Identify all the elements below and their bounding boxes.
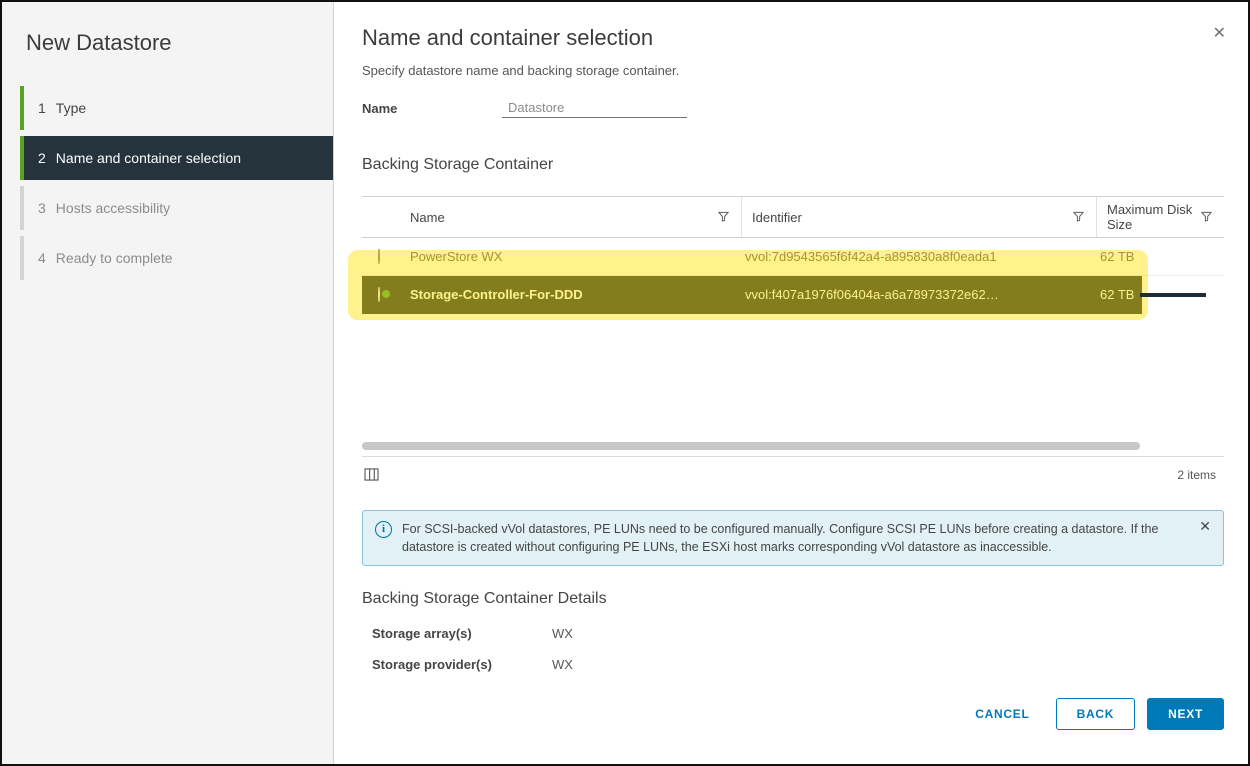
banner-close-icon[interactable]: ✕ bbox=[1199, 519, 1211, 533]
name-label: Name bbox=[362, 101, 502, 116]
step-label: Type bbox=[56, 100, 86, 116]
column-settings-icon[interactable] bbox=[364, 468, 379, 481]
container-details: Storage array(s) WX Storage provider(s) … bbox=[362, 626, 1224, 672]
info-banner-text: For SCSI-backed vVol datastores, PE LUNs… bbox=[402, 520, 1183, 556]
back-button[interactable]: BACK bbox=[1056, 698, 1136, 730]
step-number: 3 bbox=[38, 200, 46, 216]
grid-empty-space bbox=[362, 314, 1224, 440]
horizontal-scrollbar[interactable] bbox=[362, 442, 1140, 450]
container-details-title: Backing Storage Container Details bbox=[362, 590, 1224, 608]
step-hosts-accessibility: 3 Hosts accessibility bbox=[20, 186, 333, 230]
row-name: PowerStore WX bbox=[406, 249, 741, 264]
cancel-button[interactable]: CANCEL bbox=[975, 707, 1029, 721]
row-name: Storage-Controller-For-DDD bbox=[406, 287, 741, 302]
wizard-actions: CANCEL BACK NEXT bbox=[975, 698, 1224, 730]
detail-row-storage-array: Storage array(s) WX bbox=[372, 626, 1224, 641]
row-radio-cell bbox=[362, 249, 406, 264]
datastore-name-row: Name bbox=[362, 96, 1224, 120]
column-header-identifier[interactable]: Identifier bbox=[741, 197, 1096, 237]
wizard-sidebar: New Datastore 1 Type 2 Name and containe… bbox=[2, 2, 334, 764]
filter-icon[interactable] bbox=[1073, 210, 1084, 225]
storage-container-grid: Name Identifier Maximum Disk Size bbox=[362, 196, 1224, 492]
column-header-name[interactable]: Name bbox=[406, 197, 741, 237]
detail-value: WX bbox=[552, 657, 573, 672]
column-header-maximum-disk-size[interactable]: Maximum Disk Size bbox=[1096, 197, 1224, 237]
items-count: 2 items bbox=[1177, 468, 1216, 482]
backing-storage-container-title: Backing Storage Container bbox=[362, 154, 1224, 176]
row-identifier: vvol:7d9543565f6f42a4-a895830a8f0eada1 bbox=[741, 249, 1096, 264]
row-max-disk-size: 62 TB bbox=[1096, 249, 1224, 264]
radio-selected[interactable] bbox=[378, 287, 380, 302]
radio-unselected[interactable] bbox=[378, 249, 380, 264]
filter-icon[interactable] bbox=[1201, 210, 1212, 225]
wizard-steps: 1 Type 2 Name and container selection 3 … bbox=[2, 86, 333, 280]
row-identifier: vvol:f407a1976f06404a-a6a78973372e62… bbox=[741, 287, 1096, 302]
info-icon: i bbox=[375, 521, 392, 538]
wizard-content: Name and container selection ✕ Specify d… bbox=[334, 2, 1248, 764]
grid-header: Name Identifier Maximum Disk Size bbox=[362, 196, 1224, 238]
wizard-title: New Datastore bbox=[2, 30, 333, 56]
row-radio-cell bbox=[362, 287, 406, 302]
step-label: Name and container selection bbox=[56, 150, 241, 166]
step-type[interactable]: 1 Type bbox=[20, 86, 333, 130]
info-banner: i For SCSI-backed vVol datastores, PE LU… bbox=[362, 510, 1224, 566]
next-button[interactable]: NEXT bbox=[1147, 698, 1224, 730]
radio-column-header bbox=[362, 197, 406, 237]
detail-row-storage-provider: Storage provider(s) WX bbox=[372, 657, 1224, 672]
step-ready-to-complete: 4 Ready to complete bbox=[20, 236, 333, 280]
column-label: Maximum Disk Size bbox=[1107, 202, 1201, 232]
step-number: 4 bbox=[38, 250, 46, 266]
grid-footer: 2 items bbox=[362, 456, 1224, 492]
page-subtitle: Specify datastore name and backing stora… bbox=[362, 62, 1224, 80]
column-label: Name bbox=[410, 210, 445, 225]
datastore-name-input[interactable] bbox=[502, 98, 687, 118]
row-max-disk-size: 62 TB bbox=[1096, 287, 1224, 302]
detail-label: Storage provider(s) bbox=[372, 657, 552, 672]
table-row-storage-controller-for-ddd[interactable]: Storage-Controller-For-DDD vvol:f407a197… bbox=[362, 276, 1224, 314]
table-row-powerstore-wx[interactable]: PowerStore WX vvol:7d9543565f6f42a4-a895… bbox=[362, 238, 1224, 276]
step-number: 1 bbox=[38, 100, 46, 116]
step-label: Hosts accessibility bbox=[56, 200, 170, 216]
page-title: Name and container selection bbox=[362, 24, 1224, 52]
step-name-and-container-selection[interactable]: 2 Name and container selection bbox=[20, 136, 333, 180]
detail-label: Storage array(s) bbox=[372, 626, 552, 641]
column-label: Identifier bbox=[752, 210, 802, 225]
close-icon[interactable]: ✕ bbox=[1213, 26, 1226, 42]
filter-icon[interactable] bbox=[718, 210, 729, 225]
new-datastore-dialog: New Datastore 1 Type 2 Name and containe… bbox=[0, 0, 1250, 766]
step-number: 2 bbox=[38, 150, 46, 166]
detail-value: WX bbox=[552, 626, 573, 641]
step-label: Ready to complete bbox=[56, 250, 173, 266]
